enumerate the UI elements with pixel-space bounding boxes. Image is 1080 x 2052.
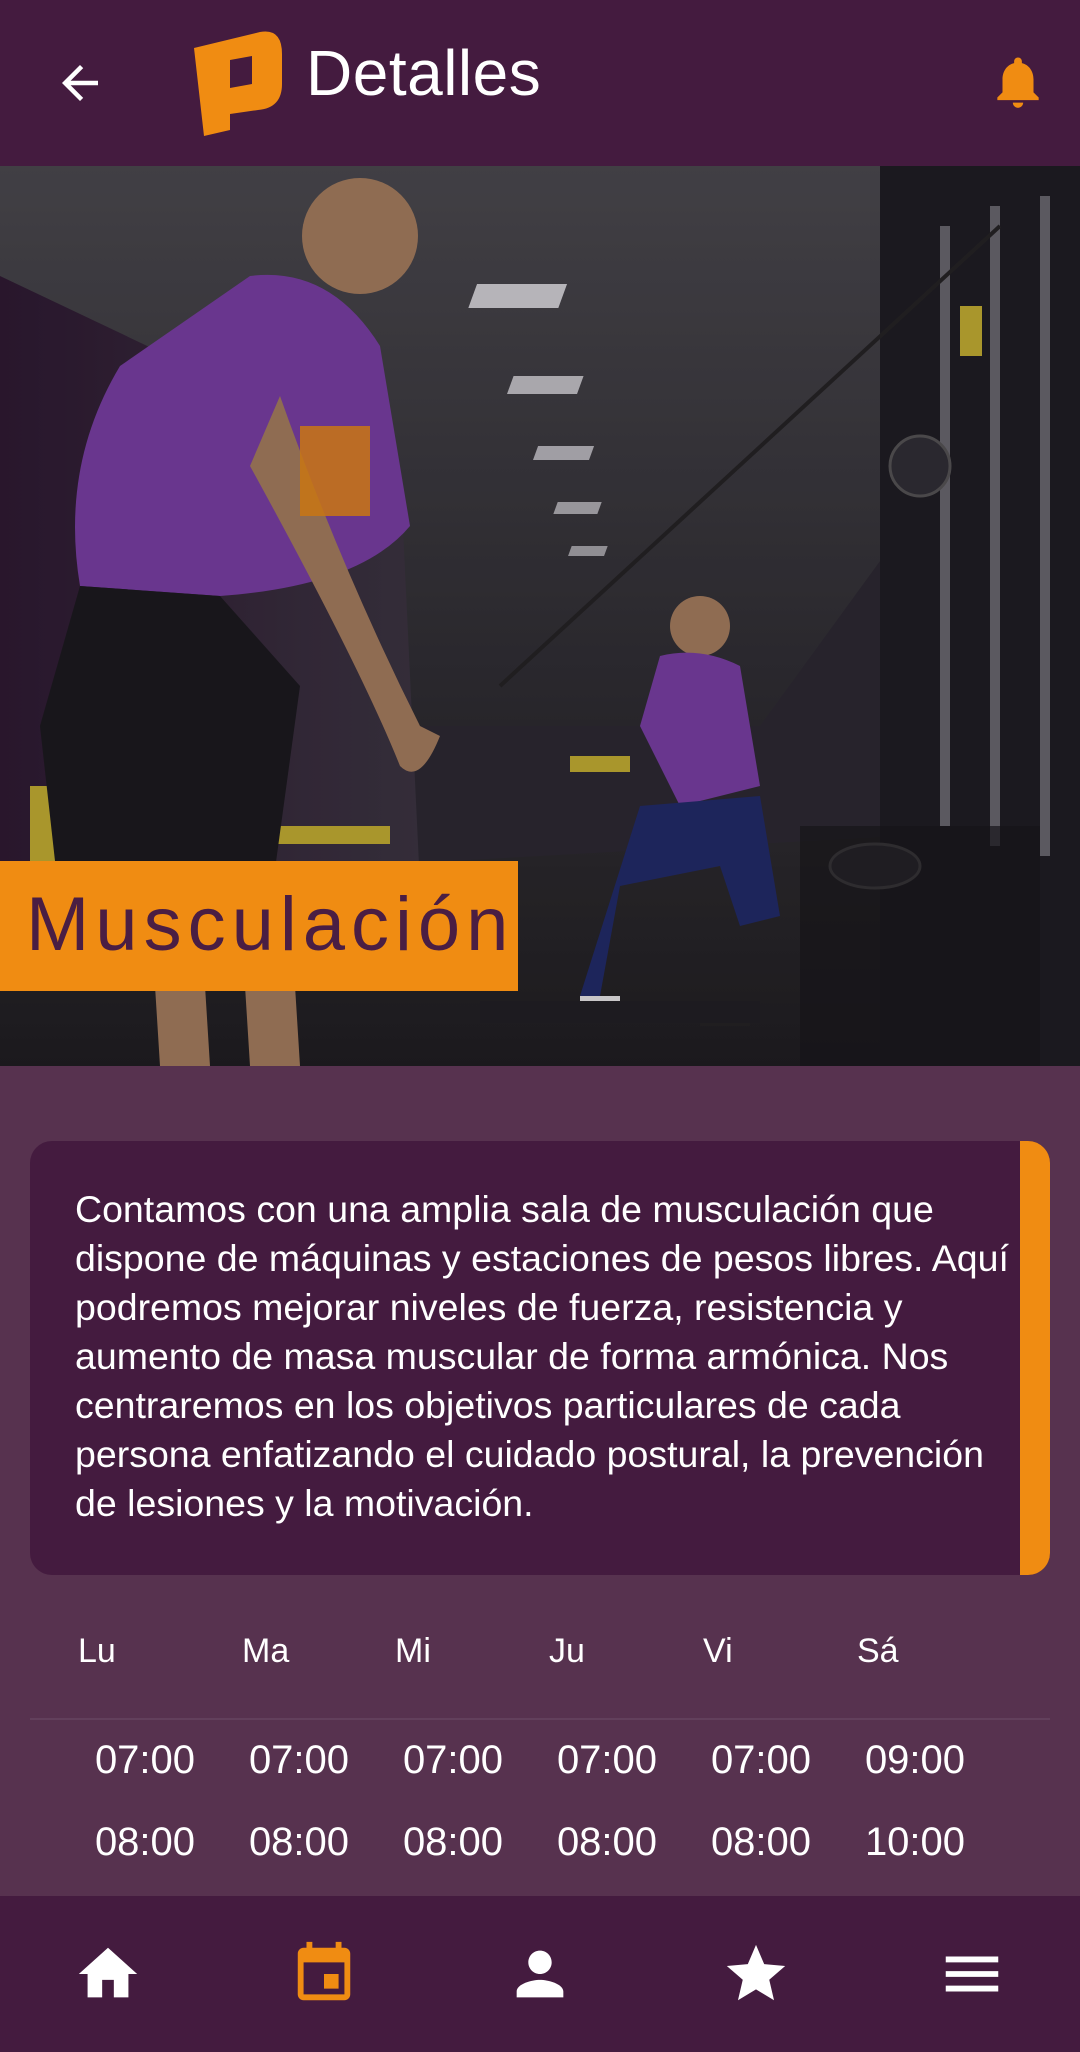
hero-title-banner: Musculación xyxy=(0,861,518,991)
day-label: Mi xyxy=(395,1632,431,1670)
nav-menu[interactable] xyxy=(932,1934,1012,2014)
back-button[interactable] xyxy=(40,43,120,123)
person-icon xyxy=(516,1950,564,1998)
schedule-time[interactable]: 07:00 xyxy=(383,1738,523,1783)
card-accent-bar xyxy=(1020,1141,1050,1575)
nav-favorites[interactable] xyxy=(716,1934,796,2014)
day-label: Sá xyxy=(857,1632,899,1670)
schedule-time[interactable]: 07:00 xyxy=(691,1738,831,1783)
schedule-time[interactable]: 08:00 xyxy=(75,1820,215,1865)
notifications-button[interactable] xyxy=(978,42,1058,122)
day-label: Ma xyxy=(242,1632,290,1670)
hero-title: Musculación xyxy=(26,882,515,967)
schedule-days-header: Lu Ma Mi Ju Vi Sá xyxy=(0,1620,1080,1700)
schedule-time[interactable]: 07:00 xyxy=(75,1738,215,1783)
schedule-time[interactable]: 08:00 xyxy=(537,1820,677,1865)
schedule-time[interactable]: 10:00 xyxy=(845,1820,985,1865)
bottom-navigation xyxy=(0,1896,1080,2052)
schedule-time[interactable]: 07:00 xyxy=(537,1738,677,1783)
p-logo-icon xyxy=(194,31,282,136)
schedule-time[interactable]: 08:00 xyxy=(229,1820,369,1865)
arrow-left-icon xyxy=(62,65,98,101)
schedule-time[interactable]: 09:00 xyxy=(845,1738,985,1783)
hero-section: Musculación xyxy=(0,166,1080,1066)
nav-home[interactable] xyxy=(68,1934,148,2014)
app-bar: Detalles xyxy=(0,0,1080,166)
day-label: Ju xyxy=(549,1632,585,1670)
calendar-icon xyxy=(297,1941,351,2001)
schedule-divider xyxy=(30,1718,1050,1720)
page-title: Detalles xyxy=(306,37,542,109)
schedule-time[interactable]: 08:00 xyxy=(383,1820,523,1865)
day-label: Lu xyxy=(78,1632,116,1670)
day-label: Vi xyxy=(703,1632,733,1670)
home-icon xyxy=(78,1947,138,1998)
nav-calendar[interactable] xyxy=(284,1934,364,2014)
nav-profile[interactable] xyxy=(500,1934,580,2014)
schedule-time[interactable]: 07:00 xyxy=(229,1738,369,1783)
description-card: Contamos con una amplia sala de musculac… xyxy=(30,1141,1050,1575)
bell-icon xyxy=(997,57,1039,108)
menu-icon xyxy=(945,1956,999,1992)
star-icon xyxy=(726,1944,786,2001)
description-text: Contamos con una amplia sala de musculac… xyxy=(75,1188,1009,1524)
schedule-time[interactable]: 08:00 xyxy=(691,1820,831,1865)
